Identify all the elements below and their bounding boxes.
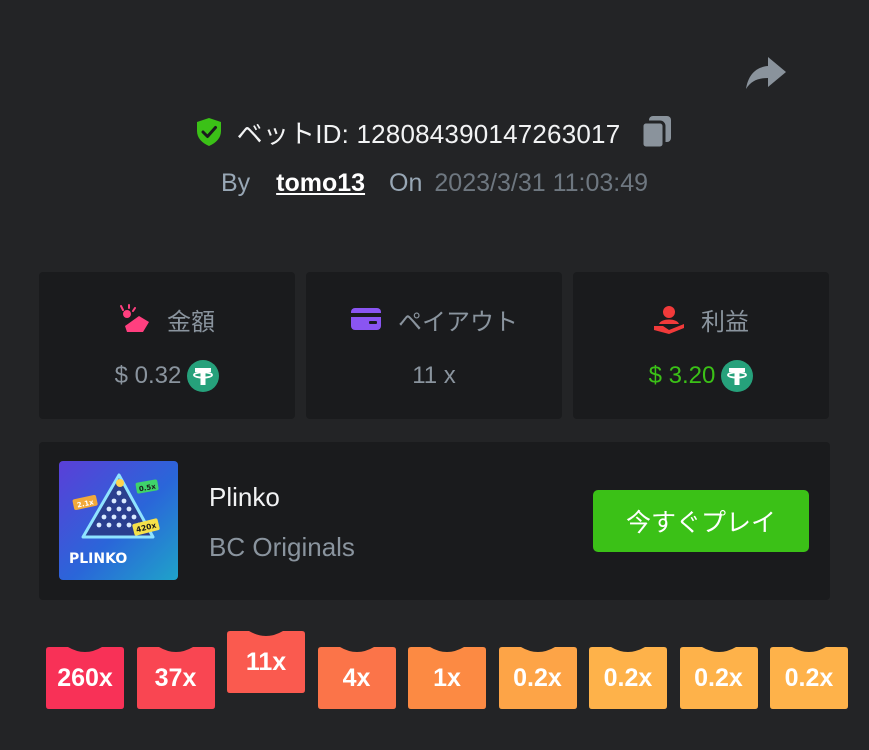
- multiplier-label: 0.2x: [694, 663, 743, 692]
- share-icon: [746, 57, 786, 89]
- copy-icon[interactable]: [640, 114, 674, 150]
- author-row: By tomo13 On 2023/3/31 11:03:49: [0, 165, 869, 201]
- on-label: On: [389, 168, 423, 197]
- multiplier-bucket: 37x: [136, 647, 215, 709]
- thumb-name: PLINKO: [69, 551, 127, 567]
- card-icon: [351, 308, 381, 330]
- multiplier-label: 260x: [57, 663, 113, 692]
- username-link[interactable]: tomo13: [276, 169, 365, 198]
- game-thumbnail[interactable]: 2.1x 0.5x 420x PLINKO: [59, 461, 178, 580]
- game-card: 2.1x 0.5x 420x PLINKO Plinko BC Original…: [39, 442, 830, 600]
- multiplier-label: 0.2x: [784, 663, 834, 692]
- multiplier-label: 1x: [433, 663, 461, 692]
- bet-datetime: 2023/3/31 11:03:49: [434, 168, 649, 197]
- plinko-artwork: 2.1x 0.5x 420x PLINKO: [59, 461, 178, 580]
- multiplier-bucket: 1x: [408, 647, 486, 709]
- tether-coin-icon: [187, 360, 220, 392]
- play-now-button[interactable]: 今すぐプレイ: [593, 490, 809, 552]
- game-provider: BC Originals: [209, 532, 355, 562]
- payout-value: 11 x: [412, 362, 456, 389]
- multiplier-bucket: 0.2x: [770, 647, 848, 709]
- amount-card: 金額 $ 0.32: [39, 272, 295, 419]
- payout-label: ペイアウト: [398, 308, 518, 336]
- tether-coin-icon: [721, 360, 754, 392]
- multiplier-bucket: 0.2x: [498, 647, 577, 709]
- multiplier-label: 37x: [154, 663, 197, 692]
- bet-id-row: ベットID: 128084390147263017: [0, 112, 869, 152]
- multiplier-label: 11x: [245, 647, 287, 676]
- profit-card: 利益 $ 3.20: [573, 272, 829, 419]
- multiplier-bucket: 260x: [46, 647, 124, 709]
- by-label: By: [220, 168, 251, 197]
- multiplier-bucket: 0.2x: [589, 647, 667, 709]
- verified-shield-icon: [196, 118, 221, 146]
- bet-id: ベットID: 128084390147263017: [236, 118, 621, 149]
- money-hand-icon: [120, 304, 149, 332]
- game-title: Plinko: [209, 482, 280, 512]
- multiplier-bucket: 0.2x: [679, 647, 758, 709]
- multiplier-row: 260x 37x 11x 4x 1x 0.2x 0.2x 0.2x 0.2x: [0, 620, 869, 730]
- payout-card: ペイアウト 11 x: [306, 272, 562, 419]
- multiplier-label: 0.2x: [513, 663, 562, 692]
- profit-value: $ 3.20: [648, 362, 716, 389]
- multiplier-bucket: 4x: [317, 647, 396, 709]
- share-button[interactable]: [744, 54, 788, 92]
- profit-label: 利益: [701, 308, 749, 336]
- amount-value: $ 0.32: [114, 362, 182, 389]
- multiplier-label: 4x: [342, 663, 371, 692]
- multiplier-label: 0.2x: [603, 663, 653, 692]
- multiplier-bucket: 11x: [227, 631, 305, 693]
- profit-person-icon: [654, 306, 684, 334]
- amount-label: 金額: [167, 308, 215, 336]
